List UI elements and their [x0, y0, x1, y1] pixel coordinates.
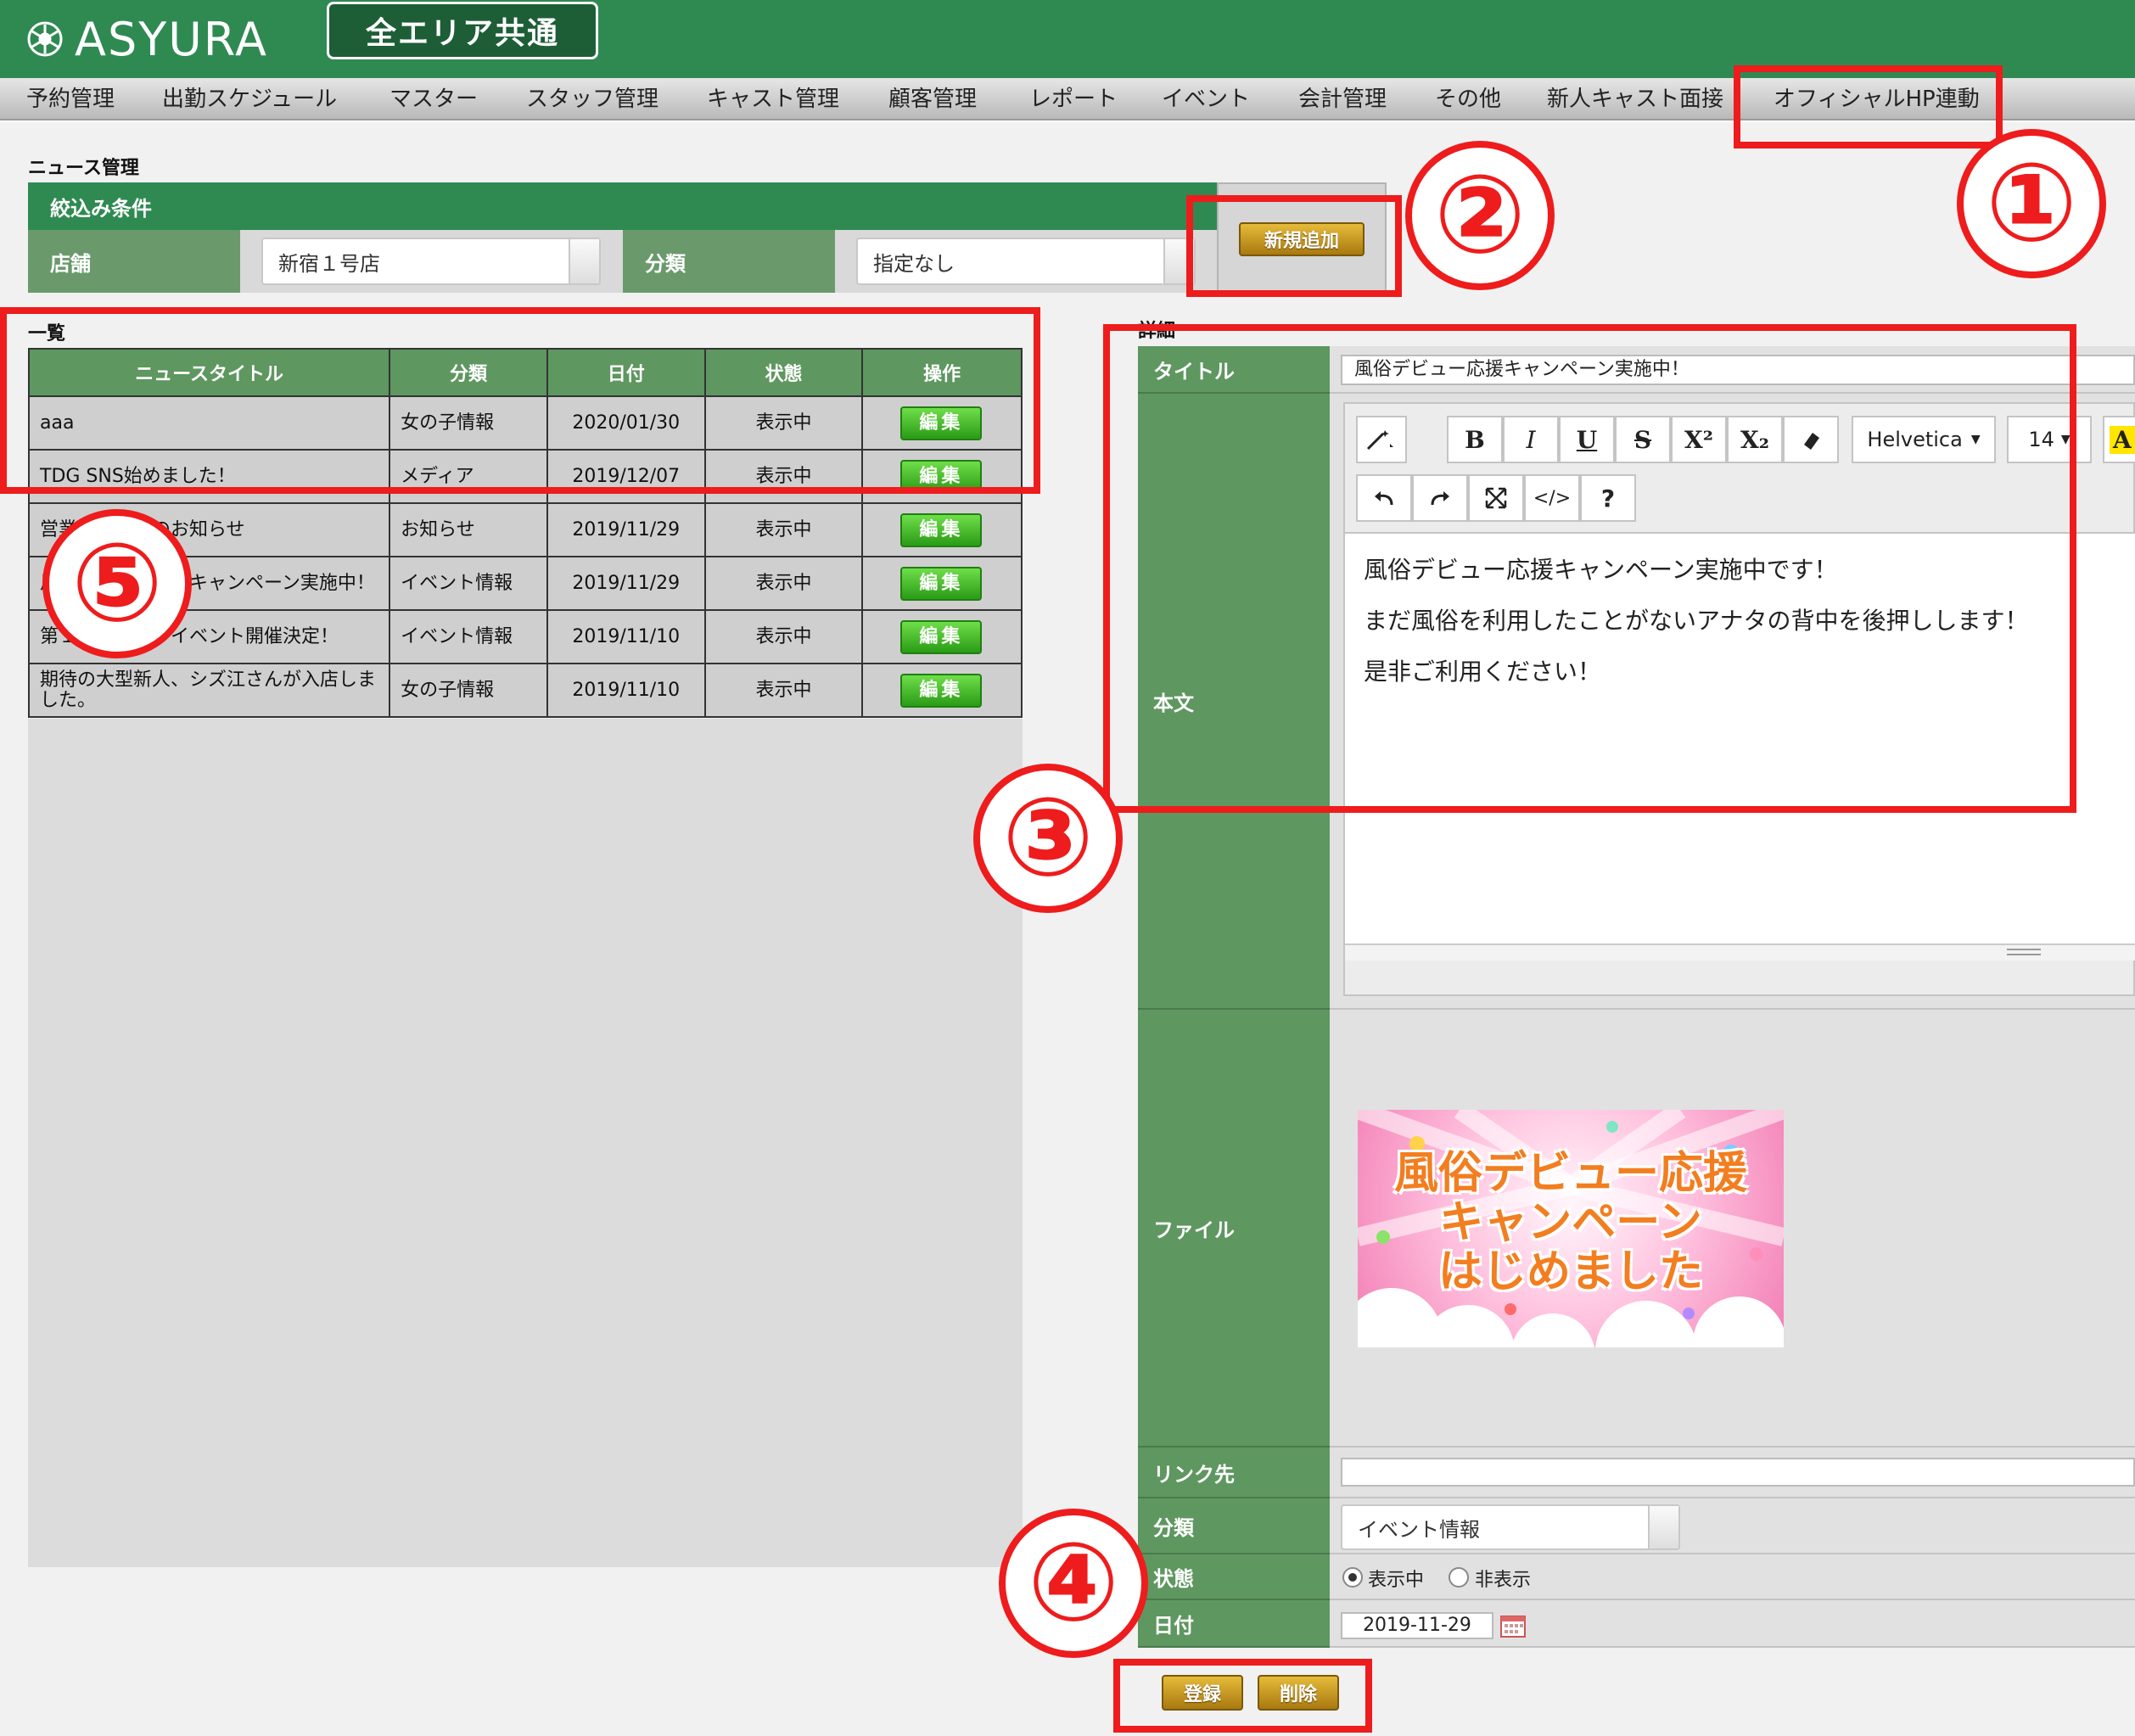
detail-category-arrow-icon — [1648, 1506, 1678, 1548]
store-select-value: 新宿１号店 — [278, 251, 380, 276]
row-action-cell: 編集 — [861, 502, 1023, 557]
annotation-number-1: ① — [1957, 129, 2106, 278]
font-color-button[interactable]: A — [2103, 416, 2135, 463]
list-empty-area — [28, 719, 1023, 1567]
font-color-value: A — [2110, 425, 2135, 454]
store-label: 店舗 — [28, 230, 240, 293]
nav-item-cast[interactable]: キャスト管理 — [707, 78, 839, 120]
row-date: 2019/11/29 — [546, 556, 706, 611]
banner-line-2: キャンペーン — [1439, 1197, 1702, 1248]
nav-item-events[interactable]: イベント — [1162, 78, 1250, 120]
annotation-number-4: ④ — [999, 1509, 1148, 1658]
calendar-icon[interactable] — [1500, 1614, 1526, 1638]
annotation-box-3 — [1103, 324, 2076, 813]
store-select[interactable]: 新宿１号店 — [261, 238, 601, 285]
date-input[interactable]: 2019-11-29 — [1341, 1612, 1493, 1639]
nav-item-master[interactable]: マスター — [389, 78, 478, 120]
nav-item-accounting[interactable]: 会計管理 — [1298, 78, 1387, 120]
row-category: 女の子情報 — [389, 663, 548, 718]
row-status: 表示中 — [703, 556, 864, 611]
nav-item-staff[interactable]: スタッフ管理 — [526, 78, 658, 120]
banner-text: 風俗デビュー応援 キャンペーン はじめました — [1358, 1149, 1784, 1296]
banner-line-3: はじめました — [1437, 1246, 1703, 1297]
row-action-cell: 編集 — [861, 556, 1023, 611]
row-action-cell: 編集 — [861, 609, 1023, 664]
radio-dot-icon — [1348, 1573, 1357, 1582]
editor-resize-handle[interactable] — [1345, 944, 2135, 960]
nav-item-customers[interactable]: 顧客管理 — [888, 78, 977, 120]
row-status: 表示中 — [703, 609, 864, 664]
detail-date-label: 日付 — [1138, 1600, 1330, 1648]
annotation-number-5: ⑤ — [42, 509, 192, 658]
banner-line-1: 風俗デビュー応援 — [1393, 1148, 1747, 1199]
detail-category-label: 分類 — [1138, 1498, 1330, 1554]
annotation-box-1 — [1734, 65, 2003, 148]
annotation-number-2: ② — [1405, 141, 1555, 290]
edit-button[interactable]: 編集 — [900, 674, 983, 708]
area-selector-button[interactable]: 全エリア共通 — [327, 2, 598, 59]
edit-button[interactable]: 編集 — [900, 513, 983, 547]
row-action-cell: 編集 — [861, 663, 1023, 718]
status-hidden-label: 非表示 — [1475, 1570, 1532, 1591]
nav-item-schedule[interactable]: 出勤スケジュール — [162, 78, 337, 120]
annotation-box-2 — [1186, 195, 1402, 297]
row-category: イベント情報 — [389, 609, 548, 664]
campaign-banner-image[interactable]: 風俗デビュー応援 キャンペーン はじめました — [1358, 1110, 1784, 1347]
store-select-arrow-icon — [569, 239, 599, 283]
row-status: 表示中 — [703, 502, 864, 557]
row-date: 2019/11/29 — [546, 502, 706, 557]
filter-heading: 絞込み条件 — [28, 182, 1217, 230]
edit-button[interactable]: 編集 — [900, 620, 983, 654]
asyura-logo-icon — [27, 21, 63, 57]
detail-status-label: 状態 — [1138, 1554, 1330, 1600]
category-label: 分類 — [623, 230, 835, 293]
row-date: 2019/11/10 — [546, 663, 706, 718]
status-radio-visible[interactable] — [1342, 1567, 1363, 1588]
row-category: お知らせ — [389, 502, 548, 557]
table-row[interactable]: 期待の大型新人、シズ江さんが入店しました。 女の子情報 2019/11/10 表… — [27, 663, 1023, 718]
nav-item-interview[interactable]: 新人キャスト面接 — [1547, 78, 1723, 120]
row-title: 期待の大型新人、シズ江さんが入店しました。 — [27, 663, 391, 718]
logo-text: ASYURA — [75, 12, 268, 66]
annotation-box-4 — [1113, 1659, 1372, 1733]
row-status: 表示中 — [703, 663, 864, 718]
category-select[interactable]: 指定なし — [856, 238, 1196, 285]
page-title: ニュース管理 — [28, 158, 139, 179]
annotation-box-5 — [0, 307, 1040, 494]
nav-item-reservations[interactable]: 予約管理 — [26, 78, 115, 120]
row-date: 2019/11/10 — [546, 609, 706, 664]
resize-grip-icon — [2007, 949, 2041, 955]
detail-file-label: ファイル — [1138, 1010, 1330, 1448]
nav-item-other[interactable]: その他 — [1435, 78, 1501, 120]
status-radio-hidden[interactable] — [1449, 1567, 1469, 1588]
category-select-value: 指定なし — [873, 251, 955, 276]
app-logo[interactable]: ASYURA — [24, 8, 268, 70]
detail-category-value: イベント情報 — [1358, 1517, 1480, 1542]
annotation-number-3: ③ — [973, 764, 1123, 913]
link-input[interactable] — [1341, 1458, 2135, 1487]
status-visible-label: 表示中 — [1368, 1570, 1425, 1591]
row-category: イベント情報 — [389, 556, 548, 611]
detail-category-select[interactable]: イベント情報 — [1341, 1504, 1680, 1550]
edit-button[interactable]: 編集 — [900, 567, 983, 601]
detail-link-label: リンク先 — [1138, 1448, 1330, 1498]
nav-item-reports[interactable]: レポート — [1029, 78, 1118, 120]
